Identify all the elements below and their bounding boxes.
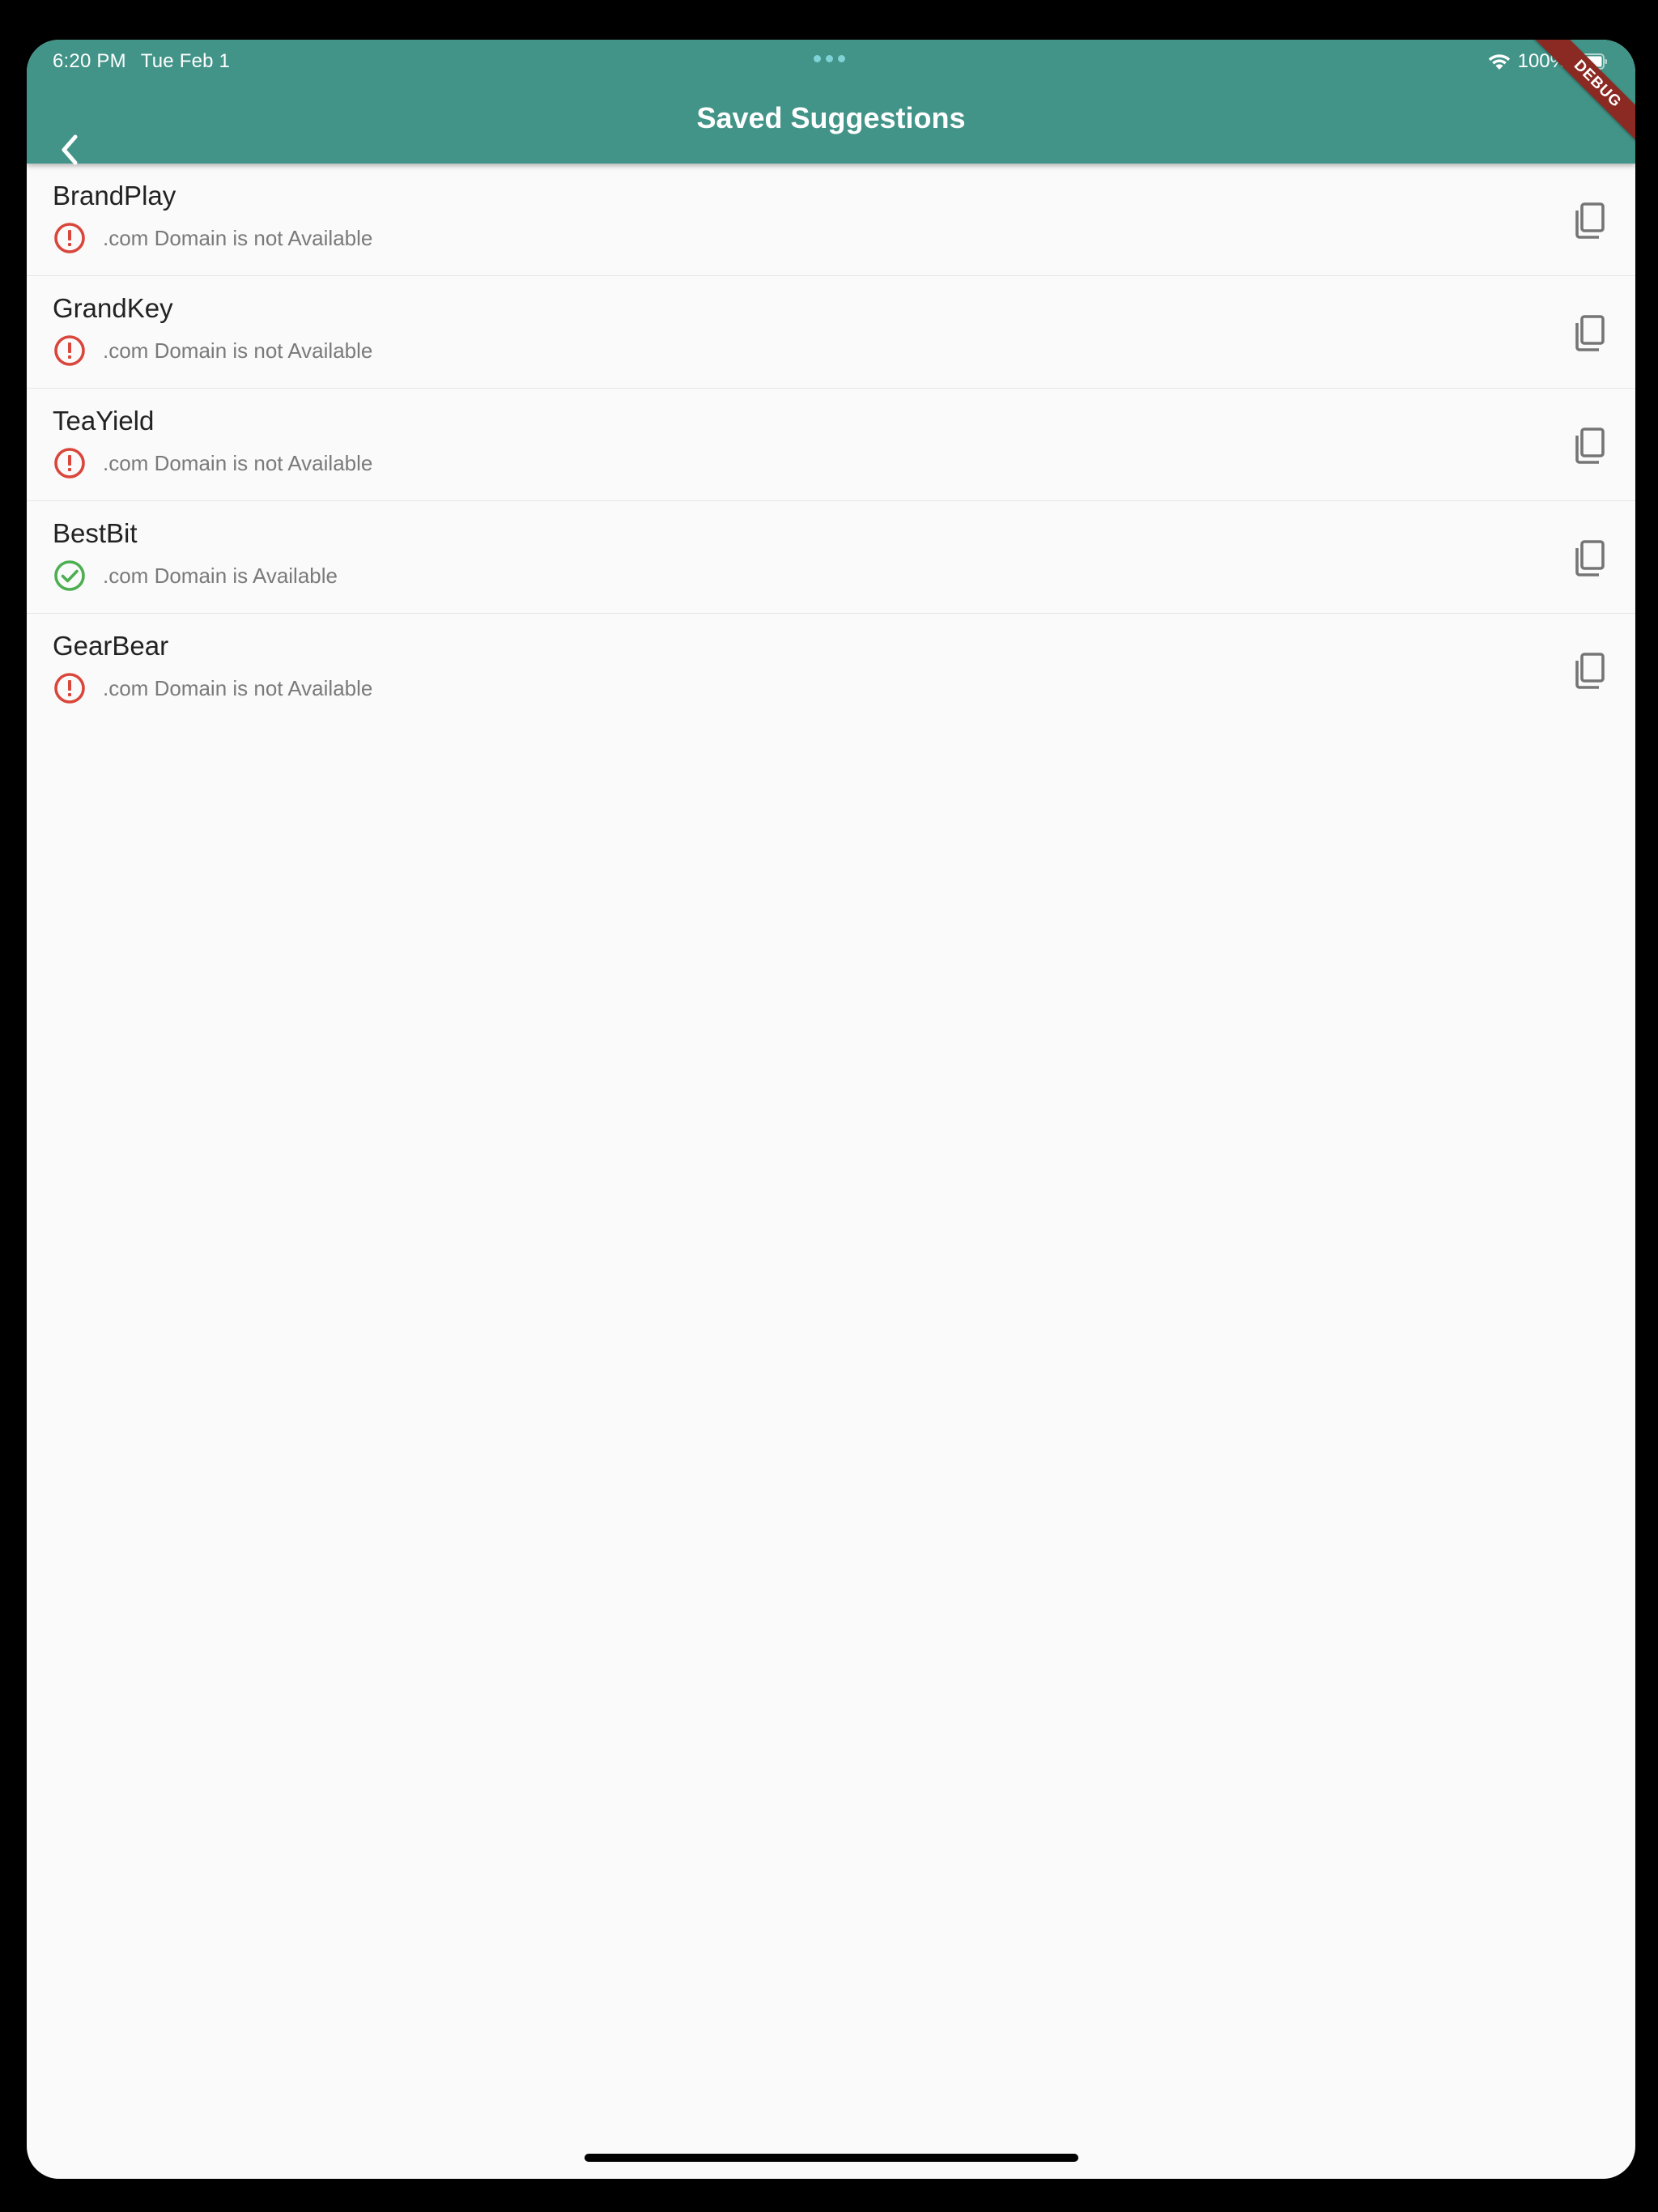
- status-time: 6:20 PM: [53, 50, 126, 72]
- suggestion-name: GrandKey: [53, 293, 173, 323]
- copy-icon: [1575, 653, 1605, 689]
- availability-text: .com Domain is Available: [103, 564, 338, 588]
- error-outline-icon: [54, 448, 85, 479]
- availability-text: .com Domain is not Available: [103, 338, 373, 363]
- device-frame: 6:20 PM Tue Feb 1 100% Saved Suggestions…: [0, 0, 1658, 2212]
- list-item[interactable]: TeaYield .com Domain is not Available: [27, 389, 1635, 501]
- copy-icon: [1575, 428, 1605, 464]
- multitasking-dots-icon[interactable]: [814, 55, 845, 62]
- availability-text: .com Domain is not Available: [103, 676, 373, 700]
- availability-row: .com Domain is not Available: [53, 334, 372, 368]
- copy-icon: [1575, 540, 1605, 576]
- availability-row: .com Domain is not Available: [53, 221, 372, 255]
- availability-row: .com Domain is not Available: [53, 671, 372, 705]
- suggestion-name: TeaYield: [53, 406, 155, 436]
- availability-row: .com Domain is not Available: [53, 446, 372, 480]
- app-bar: 6:20 PM Tue Feb 1 100% Saved Suggestions: [27, 40, 1635, 165]
- copy-button[interactable]: [1567, 648, 1613, 693]
- wifi-icon: [1488, 54, 1510, 70]
- page-title: Saved Suggestions: [696, 101, 966, 134]
- copy-icon: [1575, 315, 1605, 351]
- status-date: Tue Feb 1: [140, 50, 231, 72]
- availability-text: .com Domain is not Available: [103, 451, 373, 475]
- check-circle-outline-icon: [54, 560, 85, 591]
- copy-button[interactable]: [1567, 535, 1613, 581]
- copy-button[interactable]: [1567, 198, 1613, 243]
- error-outline-icon: [54, 673, 85, 704]
- suggestion-name: GearBear: [53, 631, 169, 661]
- list-item[interactable]: BrandPlay .com Domain is not Available: [27, 164, 1635, 276]
- copy-button[interactable]: [1567, 310, 1613, 355]
- list-item[interactable]: BestBit .com Domain is Available: [27, 501, 1635, 614]
- availability-row: .com Domain is Available: [53, 559, 338, 593]
- home-indicator[interactable]: [585, 2154, 1078, 2162]
- copy-button[interactable]: [1567, 423, 1613, 468]
- copy-icon: [1575, 202, 1605, 239]
- error-outline-icon: [54, 223, 85, 253]
- error-outline-icon: [54, 335, 85, 366]
- list-item[interactable]: GrandKey .com Domain is not Available: [27, 276, 1635, 389]
- list-item[interactable]: GearBear .com Domain is not Available: [27, 614, 1635, 726]
- suggestion-name: BestBit: [53, 518, 138, 548]
- suggestions-list: BrandPlay .com Domain is not Available G…: [27, 164, 1635, 726]
- status-bar-left: 6:20 PM Tue Feb 1: [53, 48, 230, 75]
- availability-text: .com Domain is not Available: [103, 226, 373, 250]
- app-screen: 6:20 PM Tue Feb 1 100% Saved Suggestions…: [27, 40, 1635, 2179]
- chevron-left-icon: [62, 134, 78, 165]
- suggestion-name: BrandPlay: [53, 181, 176, 211]
